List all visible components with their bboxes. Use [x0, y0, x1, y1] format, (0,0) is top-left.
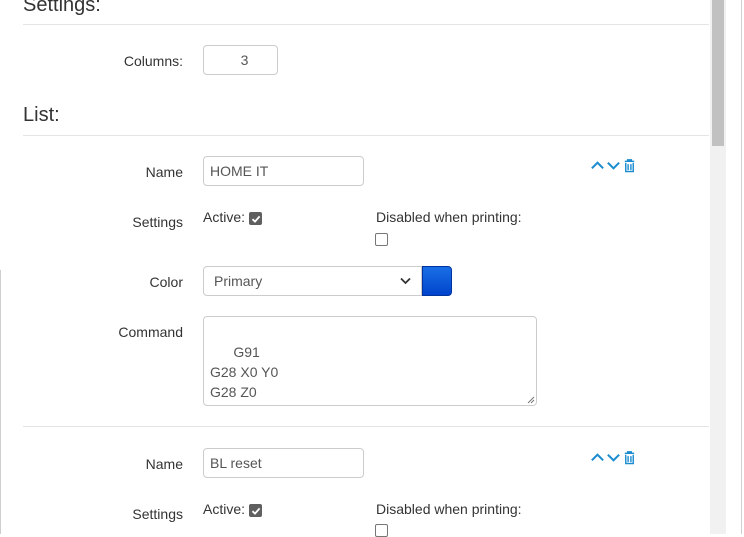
checkmark-icon — [251, 507, 261, 515]
columns-label: Columns: — [123, 53, 183, 69]
command-textarea[interactable]: G91 G28 X0 Y0 G28 Z0 G90 — [203, 316, 537, 406]
settings-heading: Settings: — [23, 0, 101, 16]
active-label: Active: — [203, 501, 246, 517]
move-down-icon[interactable] — [606, 158, 621, 173]
resize-grip-icon[interactable] — [526, 395, 535, 404]
color-swatch[interactable] — [422, 266, 452, 296]
chevron-down-icon — [400, 277, 411, 285]
name-input[interactable] — [203, 448, 364, 478]
disabled-when-printing-label: Disabled when printing: — [376, 209, 522, 225]
move-down-icon[interactable] — [606, 450, 621, 465]
active-label: Active: — [203, 209, 246, 225]
command-label: Command — [118, 324, 183, 340]
name-label: Name — [145, 456, 183, 472]
trash-icon[interactable] — [622, 450, 637, 465]
command-text: G91 G28 X0 Y0 G28 Z0 G90 — [210, 344, 279, 405]
color-label: Color — [149, 274, 183, 290]
disabled-when-printing-checkbox[interactable] — [375, 524, 388, 537]
move-up-icon[interactable] — [590, 450, 605, 465]
columns-input[interactable] — [203, 45, 278, 75]
scrollbar-thumb[interactable] — [712, 0, 724, 146]
item-actions — [590, 158, 637, 173]
right-border — [741, 0, 742, 534]
disabled-when-printing-label: Disabled when printing: — [376, 501, 522, 517]
checkmark-icon — [251, 215, 261, 223]
active-checkbox[interactable] — [249, 212, 262, 225]
name-input[interactable] — [203, 156, 364, 186]
divider — [23, 426, 709, 427]
item-actions — [590, 450, 637, 465]
disabled-when-printing-checkbox[interactable] — [375, 233, 388, 246]
divider — [23, 135, 709, 136]
name-label: Name — [145, 164, 183, 180]
settings-panel: Settings: Columns: List: Name Settings A… — [0, 0, 709, 537]
move-up-icon[interactable] — [590, 158, 605, 173]
settings-label: Settings — [132, 214, 183, 230]
divider — [23, 24, 709, 25]
active-checkbox[interactable] — [249, 504, 262, 517]
list-heading: List: — [23, 104, 60, 126]
color-select-value: Primary — [214, 273, 263, 289]
trash-icon[interactable] — [622, 158, 637, 173]
color-select[interactable]: Primary — [203, 266, 422, 296]
settings-label: Settings — [132, 506, 183, 522]
